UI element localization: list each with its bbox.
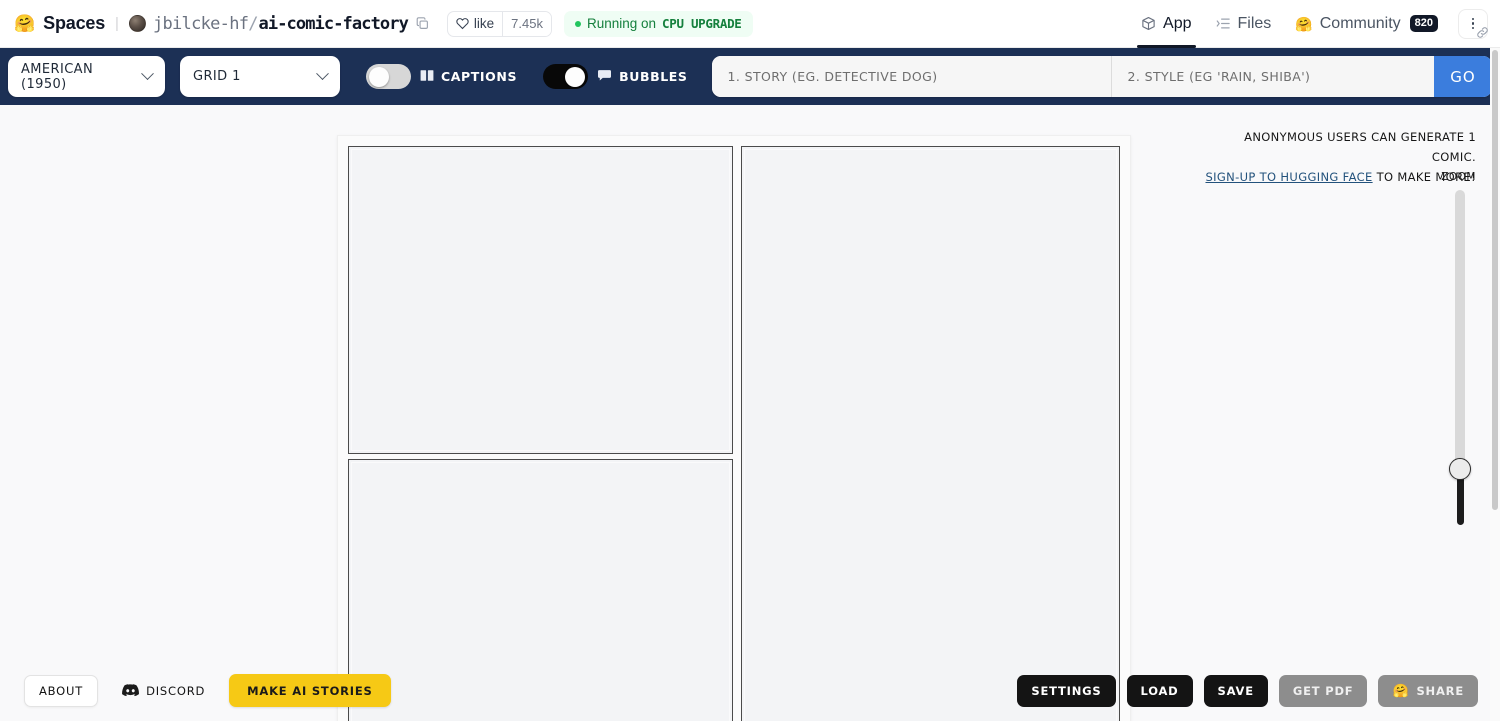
like-group: like 7.45k	[446, 10, 552, 37]
status-text: Running on	[586, 16, 657, 31]
zoom-slider-thumb[interactable]	[1449, 458, 1471, 480]
toggle-knob	[368, 66, 389, 87]
like-button[interactable]: like	[448, 12, 502, 36]
captions-toggle-group: CAPTIONS	[366, 64, 517, 89]
bubbles-toggle-group: BUBBLES	[543, 64, 687, 89]
book-icon	[420, 69, 434, 85]
toggle-knob	[565, 66, 586, 87]
copy-icon[interactable]	[416, 17, 429, 30]
path-separator: /	[248, 13, 259, 34]
speech-bubble-icon	[597, 69, 612, 85]
ai-comic-factory-app: 🤗 Spaces | jbilcke-hf / ai-comic-factory…	[0, 0, 1500, 721]
hugging-face-icon: 🤗	[1392, 683, 1410, 699]
comic-panel-1[interactable]	[348, 146, 733, 454]
spaces-link[interactable]: Spaces	[43, 13, 105, 34]
settings-button[interactable]: SETTINGS	[1017, 675, 1116, 707]
tab-community[interactable]: 🤗 Community 820	[1283, 0, 1450, 48]
notice-line-1: ANONYMOUS USERS CAN GENERATE 1 COMIC.	[1244, 130, 1476, 164]
tab-app[interactable]: App	[1129, 0, 1203, 48]
status-dot-icon	[574, 20, 581, 27]
style-preset-select[interactable]: AMERICAN (1950)	[8, 56, 165, 97]
cube-icon	[1141, 16, 1156, 31]
get-pdf-button[interactable]: GET PDF	[1278, 675, 1368, 707]
page-scrollbar-thumb[interactable]	[1492, 50, 1498, 510]
comic-page	[337, 135, 1131, 721]
owner-link[interactable]: jbilcke-hf	[153, 14, 249, 34]
style-input[interactable]	[1111, 56, 1434, 97]
hugging-face-icon: 🤗	[1295, 15, 1313, 32]
comic-panel-2[interactable]	[348, 459, 733, 721]
kebab-dots	[1471, 17, 1475, 30]
prompt-bar: GO	[711, 56, 1492, 97]
header-breadcrumb: 🤗 Spaces | jbilcke-hf / ai-comic-factory…	[14, 10, 753, 37]
share-label: SHARE	[1416, 684, 1464, 698]
notice-line-2: SIGN-UP TO HUGGING FACE TO MAKE MORE!	[1204, 168, 1476, 188]
tab-files[interactable]: Files	[1204, 0, 1284, 48]
bubbles-label-group: BUBBLES	[597, 69, 687, 85]
footer-right-actions: SETTINGS LOAD SAVE GET PDF 🤗 SHARE	[1017, 675, 1478, 707]
like-label: like	[473, 16, 495, 31]
tab-files-label: Files	[1237, 14, 1272, 32]
discord-label: DISCORD	[146, 683, 206, 698]
make-ai-stories-button[interactable]: MAKE AI STORIES	[229, 674, 391, 707]
bubbles-toggle[interactable]	[543, 64, 589, 89]
captions-label-group: CAPTIONS	[420, 69, 517, 85]
grid-layout-value: GRID 1	[193, 69, 241, 84]
comic-panel-3[interactable]	[741, 146, 1120, 721]
story-input[interactable]	[711, 56, 1112, 97]
breadcrumb-divider: |	[115, 15, 119, 32]
save-button[interactable]: SAVE	[1203, 675, 1268, 707]
about-button[interactable]: ABOUT	[24, 674, 99, 707]
panel-column-right	[741, 146, 1120, 721]
share-button[interactable]: 🤗 SHARE	[1378, 675, 1478, 707]
zoom-track-upper	[1455, 190, 1465, 470]
captions-toggle[interactable]	[366, 64, 411, 89]
bubbles-label: BUBBLES	[619, 69, 688, 84]
repo-name[interactable]: ai-comic-factory	[259, 14, 409, 34]
huggingface-header: 🤗 Spaces | jbilcke-hf / ai-comic-factory…	[0, 0, 1500, 48]
status-badge: Running on CPU UPGRADE	[563, 10, 753, 37]
huggingface-logo-icon: 🤗	[14, 14, 36, 33]
panel-column-left	[348, 146, 733, 721]
community-count-badge: 820	[1409, 15, 1438, 32]
owner-avatar	[128, 15, 146, 32]
kebab-menu-icon[interactable]	[1458, 8, 1489, 39]
signup-link[interactable]: SIGN-UP TO HUGGING FACE	[1205, 170, 1372, 184]
header-nav-tabs: App Files 🤗 Community 820	[1129, 0, 1488, 48]
tab-community-label: Community	[1319, 14, 1401, 32]
comic-stage[interactable]: ANONYMOUS USERS CAN GENERATE 1 COMIC. SI…	[0, 105, 1500, 721]
footer-left-actions: ABOUT DISCORD MAKE AI STORIES	[24, 674, 391, 707]
tab-app-label: App	[1163, 14, 1192, 32]
like-count: 7.45k	[502, 11, 551, 36]
anonymous-usage-notice: ANONYMOUS USERS CAN GENERATE 1 COMIC. SI…	[1204, 128, 1476, 187]
discord-icon	[122, 684, 140, 697]
comic-toolbar: AMERICAN (1950) GRID 1 CAPTIONS BUBBLES …	[0, 48, 1500, 105]
zoom-slider[interactable]	[1449, 190, 1471, 525]
chevron-down-icon	[141, 67, 154, 81]
zoom-label: ZOOM	[1441, 171, 1476, 183]
discord-button[interactable]: DISCORD	[108, 675, 219, 707]
style-preset-value: AMERICAN (1950)	[21, 61, 94, 92]
page-scrollbar[interactable]	[1490, 48, 1500, 721]
captions-label: CAPTIONS	[441, 69, 518, 84]
files-icon	[1216, 16, 1231, 31]
link-icon	[1476, 26, 1489, 39]
grid-layout-select[interactable]: GRID 1	[180, 56, 340, 97]
chevron-down-icon	[316, 67, 329, 81]
generate-go-button[interactable]: GO	[1434, 56, 1492, 97]
load-button[interactable]: LOAD	[1126, 675, 1193, 707]
status-hardware: CPU UPGRADE	[662, 16, 742, 31]
